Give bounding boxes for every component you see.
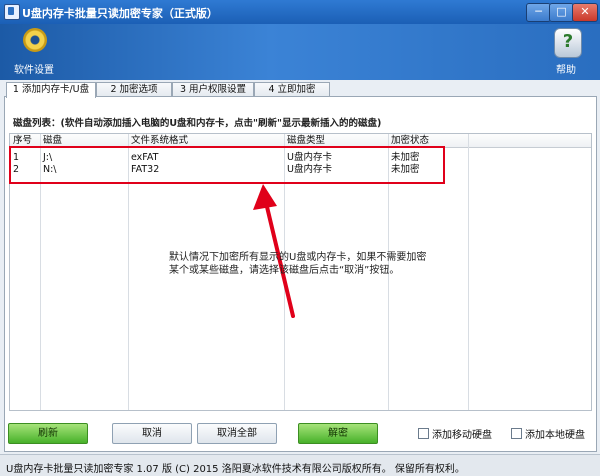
refresh-button[interactable]: 刷新 — [8, 423, 88, 444]
tab-encrypt-options[interactable]: 2 加密选项 — [96, 82, 172, 97]
help-icon: ? — [554, 28, 582, 58]
cancel-button[interactable]: 取消 — [112, 423, 192, 444]
disk-list-caption: 磁盘列表：(软件自动添加插入电脑的U盘和内存卡，点击"刷新"显示最新插入的的磁盘… — [13, 118, 382, 129]
tab-strip: 1 添加内存卡/U盘 2 加密选项 3 用户权限设置 4 立即加密 — [6, 82, 594, 98]
add-removable-disk-label: 添加移动硬盘 — [432, 430, 492, 441]
app-icon — [4, 4, 20, 20]
arrow-head — [253, 184, 277, 210]
add-local-disk-label: 添加本地硬盘 — [525, 430, 585, 441]
settings-label: 软件设置 — [14, 65, 54, 76]
add-removable-disk-option[interactable]: 添加移动硬盘 — [418, 428, 492, 441]
app-window: U盘内存卡批量只读加密专家（正式版） ─ □ ✕ 软件设置 ? 帮助 1 添加内… — [0, 0, 600, 476]
window-title: U盘内存卡批量只读加密专家（正式版） — [22, 7, 218, 20]
close-button[interactable]: ✕ — [572, 3, 598, 22]
gear-icon — [23, 28, 47, 52]
highlight-box — [9, 146, 445, 184]
hint-line-2: 某个或某些磁盘，请选择该磁盘后点击“取消”按钮。 — [169, 265, 400, 276]
tab-add-card[interactable]: 1 添加内存卡/U盘 — [6, 82, 96, 98]
maximize-button[interactable]: □ — [549, 3, 574, 22]
help-button[interactable]: ? 帮助 — [538, 26, 594, 78]
title-bar: U盘内存卡批量只读加密专家（正式版） ─ □ ✕ — [0, 0, 600, 24]
status-bar: U盘内存卡批量只读加密专家 1.07 版 (C) 2015 洛阳夏冰软件技术有限… — [0, 454, 600, 476]
decrypt-button[interactable]: 解密 — [298, 423, 378, 444]
help-label: 帮助 — [556, 65, 576, 76]
copyright-text: U盘内存卡批量只读加密专家 1.07 版 (C) 2015 洛阳夏冰软件技术有限… — [6, 464, 465, 475]
tab-encrypt-now[interactable]: 4 立即加密 — [254, 82, 330, 97]
add-local-disk-checkbox[interactable] — [511, 428, 522, 439]
add-local-disk-option[interactable]: 添加本地硬盘 — [511, 428, 585, 441]
add-removable-disk-checkbox[interactable] — [418, 428, 429, 439]
hint-line-1: 默认情况下加密所有显示的U盘或内存卡，如果不需要加密 — [169, 252, 427, 263]
settings-button[interactable]: 软件设置 — [6, 26, 62, 78]
cancel-all-button[interactable]: 取消全部 — [197, 423, 277, 444]
header-toolbar: 软件设置 ? 帮助 — [0, 24, 600, 80]
annotation-hint: 默认情况下加密所有显示的U盘或内存卡，如果不需要加密 某个或某些磁盘，请选择该磁… — [169, 251, 469, 277]
tab-user-permissions[interactable]: 3 用户权限设置 — [172, 82, 254, 97]
tab-panel: 磁盘列表：(软件自动添加插入电脑的U盘和内存卡，点击"刷新"显示最新插入的的磁盘… — [4, 96, 597, 452]
minimize-button[interactable]: ─ — [526, 3, 551, 22]
